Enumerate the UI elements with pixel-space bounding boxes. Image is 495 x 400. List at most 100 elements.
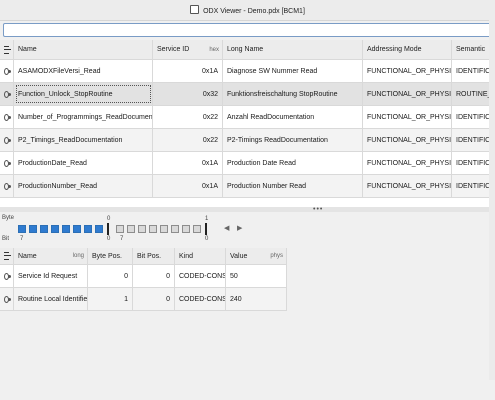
byte-separator: [107, 223, 109, 235]
table-row[interactable]: ASAMODXFileVersi_Read 0x1A Diagnose SW N…: [0, 60, 495, 83]
bit-cell[interactable]: [95, 225, 103, 233]
bit-cell[interactable]: [116, 225, 124, 233]
bit-cell[interactable]: [18, 225, 26, 233]
eye-icon: [4, 136, 11, 144]
row-visibility[interactable]: [0, 83, 14, 105]
pane-splitter[interactable]: •••: [0, 206, 495, 213]
cell-service-id: 0x22: [153, 129, 223, 151]
param-row[interactable]: Routine Local Identifier 1 0 CODED-CONST…: [0, 288, 287, 311]
table-row-selected[interactable]: Function_Unlock_StopRoutine 0x32 Funktio…: [0, 83, 495, 106]
splitter-handle-icon[interactable]: •••: [313, 206, 323, 213]
service-id-format-tag[interactable]: hex: [209, 47, 219, 53]
bit-cell[interactable]: [40, 225, 48, 233]
services-table-header: Name Service ID hex Long Name Addressing …: [0, 40, 495, 60]
row-visibility[interactable]: [0, 152, 14, 174]
table-row[interactable]: Number_of_Programmings_ReadDocument... 0…: [0, 106, 495, 129]
cell-addressing: FUNCTIONAL_OR_PHYSICAL: [363, 60, 452, 82]
bit-cell[interactable]: [51, 225, 59, 233]
param-col-byte-pos[interactable]: Byte Pos.: [88, 248, 133, 264]
param-row-visibility[interactable]: [0, 265, 14, 287]
param-row-visibility[interactable]: [0, 288, 14, 310]
window-title-wrap: ODX Viewer - Demo.pdx [BCM1]: [0, 5, 495, 15]
param-cell-value: 240: [226, 288, 287, 310]
bit-number: 7: [120, 236, 124, 242]
bit-cell[interactable]: [29, 225, 37, 233]
bit-cell[interactable]: [193, 225, 201, 233]
bit-cell[interactable]: [84, 225, 92, 233]
param-cell-bit-pos: 0: [133, 265, 175, 287]
param-col-bit-pos-label: Bit Pos.: [137, 252, 162, 260]
col-header-service-id[interactable]: Service ID hex: [153, 40, 223, 59]
cell-addressing: FUNCTIONAL_OR_PHYSICAL: [363, 175, 452, 197]
value-format-tag[interactable]: phys: [270, 253, 283, 259]
param-cell-byte-pos: 0: [88, 265, 133, 287]
bit-cell[interactable]: [62, 225, 70, 233]
cell-service-id: 0x22: [153, 106, 223, 128]
window-title: ODX Viewer - Demo.pdx [BCM1]: [203, 8, 305, 15]
vertical-scrollbar[interactable]: [489, 20, 495, 380]
name-format-tag[interactable]: long: [73, 253, 84, 259]
eye-icon: [4, 295, 11, 303]
title-bar: ODX Viewer - Demo.pdx [BCM1]: [0, 0, 495, 21]
bit-number: 7: [20, 236, 24, 242]
table-row[interactable]: ProductionDate_Read 0x1A Production Date…: [0, 152, 495, 175]
search-input[interactable]: [3, 23, 492, 37]
table-row-partial[interactable]: [0, 198, 495, 207]
prev-byte-button[interactable]: ◀: [224, 224, 229, 232]
param-cell-name: Routine Local Identifier: [14, 288, 88, 310]
param-column-menu-button[interactable]: [0, 248, 14, 264]
bit-cell[interactable]: [171, 225, 179, 233]
param-col-bit-pos[interactable]: Bit Pos.: [133, 248, 175, 264]
param-col-kind[interactable]: Kind: [175, 248, 226, 264]
eye-icon: [4, 113, 11, 121]
eye-icon: [4, 67, 11, 75]
byte-separator: [205, 223, 207, 235]
col-header-name[interactable]: Name: [14, 40, 153, 59]
bit-cell[interactable]: [138, 225, 146, 233]
byte-label: Byte: [2, 215, 15, 221]
bit-number: 0: [107, 236, 111, 242]
services-table: Name Service ID hex Long Name Addressing …: [0, 40, 495, 207]
bit-cell[interactable]: [149, 225, 157, 233]
col-header-addressing[interactable]: Addressing Mode: [363, 40, 452, 59]
cell-name: Function_Unlock_StopRoutine: [14, 83, 153, 105]
param-col-name[interactable]: Name long: [14, 248, 88, 264]
cell-long-name: Funktionsfreischaltung StopRoutine: [223, 83, 363, 105]
byte-number: 1: [205, 216, 209, 222]
cell-name: P2_Timings_ReadDocumentation: [14, 129, 153, 151]
param-row[interactable]: Service Id Request 0 0 CODED-CONST 50: [0, 265, 287, 288]
param-cell-name: Service Id Request: [14, 265, 88, 287]
col-header-service-id-label: Service ID: [157, 46, 190, 53]
cell-service-id: 0x1A: [153, 175, 223, 197]
cell-long-name: Diagnose SW Nummer Read: [223, 60, 363, 82]
eye-icon: [4, 90, 11, 98]
cell-long-name: Anzahl ReadDocumentation: [223, 106, 363, 128]
col-header-name-label: Name: [18, 46, 37, 53]
col-header-long-name[interactable]: Long Name: [223, 40, 363, 59]
table-row[interactable]: P2_Timings_ReadDocumentation 0x22 P2-Tim…: [0, 129, 495, 152]
row-visibility[interactable]: [0, 175, 14, 197]
eye-icon: [4, 272, 11, 280]
param-col-value[interactable]: Value phys: [226, 248, 287, 264]
param-col-value-label: Value: [230, 252, 248, 260]
cell-name: ProductionNumber_Read: [14, 175, 153, 197]
row-visibility[interactable]: [0, 129, 14, 151]
cell-name: ASAMODXFileVersi_Read: [14, 60, 153, 82]
bit-cell[interactable]: [182, 225, 190, 233]
column-menu-button[interactable]: [0, 40, 14, 59]
bit-cell[interactable]: [73, 225, 81, 233]
bit-cell[interactable]: [160, 225, 168, 233]
row-visibility[interactable]: [0, 106, 14, 128]
menu-icon: [4, 252, 11, 260]
bit-label: Bit: [2, 236, 10, 242]
parameters-table-header: Name long Byte Pos. Bit Pos. Kind Value ph…: [0, 248, 287, 265]
bit-number: 0: [205, 236, 209, 242]
row-visibility[interactable]: [0, 60, 14, 82]
param-cell-kind: CODED-CONST: [175, 288, 226, 310]
col-header-long-name-label: Long Name: [227, 46, 264, 53]
app-icon: [190, 5, 200, 14]
param-col-name-label: Name: [18, 252, 37, 260]
table-row[interactable]: ProductionNumber_Read 0x1A Production Nu…: [0, 175, 495, 198]
bit-cell[interactable]: [127, 225, 135, 233]
next-byte-button[interactable]: ▶: [237, 224, 242, 232]
